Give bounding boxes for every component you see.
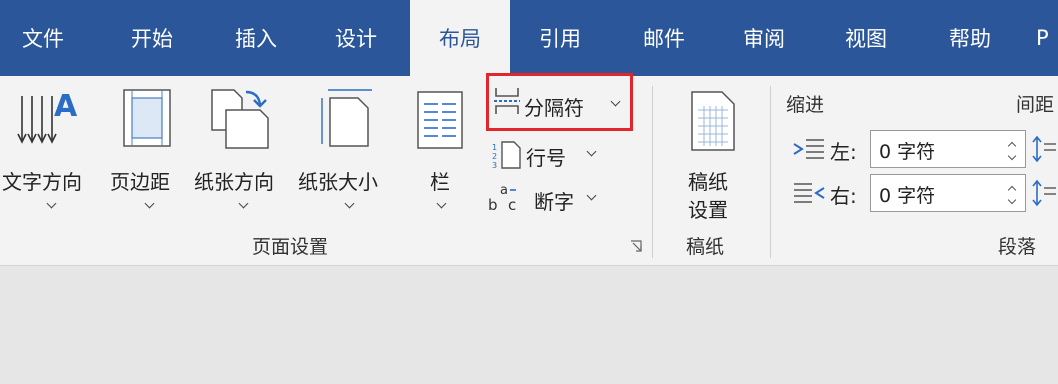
tab-layout[interactable]: 布局: [410, 0, 510, 76]
orientation-button[interactable]: 纸张方向: [192, 84, 292, 214]
dialog-launcher-icon[interactable]: [630, 240, 644, 254]
line-numbers-label: 行号: [526, 146, 566, 170]
spin-up-icon[interactable]: [1007, 185, 1017, 195]
tab-overflow[interactable]: P: [1036, 0, 1058, 76]
spacing-after-icon: [1032, 179, 1056, 207]
spacing-heading: 间距: [1016, 94, 1055, 116]
indent-left-spinner[interactable]: 0 字符: [870, 130, 1026, 168]
chevron-down-icon: [144, 198, 155, 209]
indent-right-icon: [794, 183, 825, 203]
spin-down-icon[interactable]: [1007, 195, 1017, 205]
margins-label: 页边距: [110, 170, 170, 194]
hyphenation-icon: a b c: [488, 183, 516, 214]
chevron-down-icon: [586, 146, 597, 157]
chevron-down-icon: [436, 198, 447, 209]
hyphenation-label: 断字: [534, 190, 574, 214]
highlight-box: [486, 73, 633, 131]
chevron-down-icon: [586, 190, 597, 201]
tab-file[interactable]: 文件: [0, 0, 86, 76]
indent-heading: 缩进: [786, 94, 825, 116]
tab-references[interactable]: 引用: [512, 0, 608, 76]
tab-design[interactable]: 设计: [308, 0, 404, 76]
spacing-before-icon: [1032, 135, 1056, 163]
svg-text:a: a: [500, 183, 508, 198]
page-setup-group-label: 页面设置: [252, 236, 329, 258]
group-divider: [652, 86, 653, 258]
tab-view[interactable]: 视图: [818, 0, 914, 76]
text-direction-icon: A: [17, 89, 78, 144]
margins-button[interactable]: 页边距: [106, 84, 192, 214]
paragraph-group-label: 段落: [998, 236, 1037, 258]
manuscript-group-label: 稿纸: [686, 236, 725, 258]
svg-text:c: c: [508, 196, 516, 214]
columns-label: 栏: [430, 170, 450, 194]
svg-text:3: 3: [492, 161, 497, 170]
spin-up-icon[interactable]: [1007, 141, 1017, 151]
tab-insert[interactable]: 插入: [208, 0, 304, 76]
text-direction-label: 文字方向: [2, 170, 82, 194]
orientation-icon: [211, 89, 269, 149]
chevron-down-icon: [238, 198, 249, 209]
svg-text:A: A: [54, 89, 78, 124]
indent-right-value[interactable]: 0 字符: [879, 181, 935, 208]
manuscript-settings-button[interactable]: 稿纸 设置: [664, 84, 758, 224]
size-icon: [321, 89, 372, 147]
margins-icon: [123, 89, 171, 147]
spin-down-icon[interactable]: [1007, 151, 1017, 161]
ribbon-tab-bar: 文件 开始 插入 设计 布局 引用 邮件 审阅 视图 帮助 P: [0, 0, 1058, 76]
indent-left-icon: [793, 139, 824, 159]
manuscript-label-line1: 稿纸: [688, 170, 728, 194]
indent-right-label: 右:: [830, 184, 857, 208]
tab-review[interactable]: 审阅: [716, 0, 812, 76]
columns-button[interactable]: 栏: [408, 84, 478, 214]
line-numbers-icon: 1 2 3: [492, 141, 521, 170]
chevron-down-icon: [46, 198, 57, 209]
size-button[interactable]: 纸张大小: [294, 84, 400, 214]
indent-left-label: 左:: [830, 140, 857, 164]
text-direction-button[interactable]: A 文字方向: [0, 84, 104, 214]
columns-icon: [417, 91, 463, 149]
tab-help[interactable]: 帮助: [922, 0, 1018, 76]
orientation-label: 纸张方向: [194, 170, 274, 194]
hyphenation-button[interactable]: a b c 断字: [488, 176, 608, 220]
size-label: 纸张大小: [298, 170, 378, 194]
svg-text:1: 1: [492, 143, 497, 152]
svg-text:b: b: [488, 196, 498, 214]
indent-right-spinner[interactable]: 0 字符: [870, 174, 1026, 212]
manuscript-icon: [691, 91, 735, 151]
chevron-down-icon: [344, 198, 355, 209]
indent-left-value[interactable]: 0 字符: [879, 137, 935, 164]
manuscript-label-line2: 设置: [688, 198, 728, 222]
tab-home[interactable]: 开始: [104, 0, 200, 76]
svg-text:2: 2: [492, 152, 497, 161]
tab-mailings[interactable]: 邮件: [616, 0, 712, 76]
group-divider: [770, 86, 771, 258]
line-numbers-button[interactable]: 1 2 3 行号: [488, 132, 608, 176]
